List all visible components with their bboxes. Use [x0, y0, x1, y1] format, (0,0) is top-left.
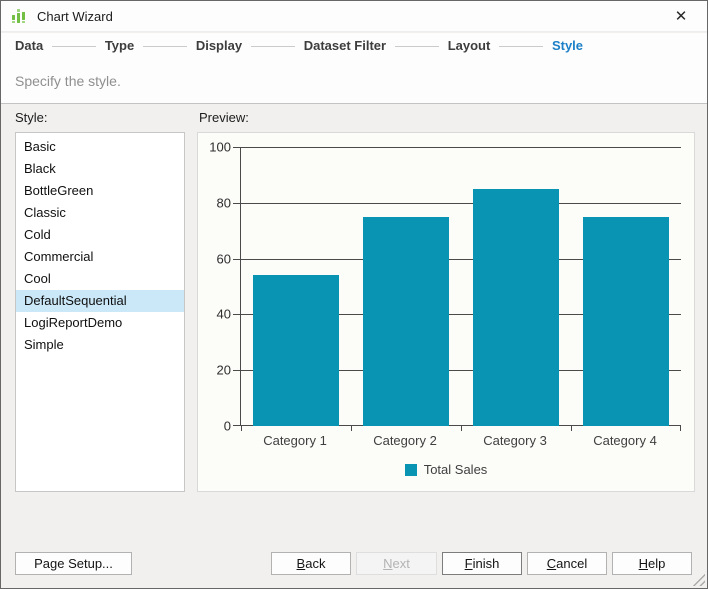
y-tick-label: 40: [216, 306, 231, 322]
step-layout[interactable]: Layout: [448, 38, 491, 53]
finish-button[interactable]: Finish: [442, 552, 522, 575]
y-tick-20: [233, 370, 241, 372]
bar-category-2: [362, 216, 450, 426]
style-list[interactable]: Basic Black BottleGreen Classic Cold Commerci…: [15, 132, 185, 492]
style-item-defaultsequential[interactable]: DefaultSequential: [16, 290, 184, 312]
y-tick-80: [233, 202, 241, 204]
step-connector: [251, 45, 295, 47]
window-title: Chart Wizard: [37, 8, 113, 24]
step-connector: [395, 45, 439, 47]
cancel-button[interactable]: Cancel: [527, 552, 607, 575]
wizard-subtitle: Specify the style.: [15, 72, 121, 89]
style-item-cool[interactable]: Cool: [16, 268, 184, 290]
next-button: Next: [356, 552, 437, 575]
bar-category-1: [252, 275, 340, 426]
x-tick-label: Category 4: [593, 433, 657, 448]
y-tick-0: [233, 425, 241, 426]
title-bar: Chart Wizard ✕: [1, 1, 707, 32]
x-tick-label: Category 2: [373, 433, 437, 448]
step-display[interactable]: Display: [196, 38, 242, 53]
style-list-label: Style:: [15, 110, 48, 125]
x-tick-label: Category 1: [263, 433, 327, 448]
legend-label: Total Sales: [423, 462, 488, 477]
y-tick-label: 0: [223, 418, 231, 434]
chart-wizard-app-icon: [10, 7, 28, 25]
chart-preview: 0 20 40 60 80 100 Category 1 Category 2 Categor…: [197, 132, 695, 492]
y-tick-60: [233, 258, 241, 260]
style-item-logireportdemo[interactable]: LogiReportDemo: [16, 312, 184, 334]
style-item-simple[interactable]: Simple: [16, 334, 184, 356]
step-connector: [52, 45, 96, 47]
chart-legend: Total Sales: [198, 462, 694, 477]
step-connector: [143, 45, 187, 47]
preview-label: Preview:: [199, 110, 249, 125]
style-item-cold[interactable]: Cold: [16, 224, 184, 246]
y-axis-labels: 0 20 40 60 80 100: [200, 140, 234, 434]
legend-swatch: [404, 463, 417, 476]
x-tick: [461, 426, 462, 431]
step-dataset-filter[interactable]: Dataset Filter: [304, 38, 386, 53]
bar-category-3: [472, 188, 560, 426]
gridline-80: [241, 202, 681, 204]
page-setup-button[interactable]: Page Setup...: [15, 552, 132, 575]
y-tick-40: [233, 314, 241, 316]
chart-plot: [233, 147, 681, 431]
x-tick-label: Category 3: [483, 433, 547, 448]
step-connector: [499, 45, 543, 47]
style-item-commercial[interactable]: Commercial: [16, 246, 184, 268]
help-button[interactable]: Help: [612, 552, 692, 575]
style-item-basic[interactable]: Basic: [16, 136, 184, 158]
x-tick: [351, 426, 352, 431]
x-axis-labels: Category 1 Category 2 Category 3 Category 4: [240, 433, 680, 448]
style-item-black[interactable]: Black: [16, 158, 184, 180]
y-tick-label: 60: [216, 251, 231, 267]
x-tick: [241, 426, 242, 431]
close-icon[interactable]: ✕: [664, 1, 698, 32]
subtitle-row: Specify the style.: [1, 58, 707, 104]
y-tick-label: 100: [209, 139, 231, 155]
gridline-100: [241, 147, 681, 148]
bar-category-4: [582, 216, 670, 426]
chart-wizard-dialog: Chart Wizard ✕ Data Type Display Dataset Fi…: [0, 0, 708, 589]
step-style[interactable]: Style: [552, 38, 583, 53]
back-button[interactable]: Back: [271, 552, 351, 575]
style-item-bottlegreen[interactable]: BottleGreen: [16, 180, 184, 202]
resize-grip[interactable]: [692, 573, 705, 586]
style-item-classic[interactable]: Classic: [16, 202, 184, 224]
y-tick-label: 20: [216, 362, 231, 378]
wizard-steps: Data Type Display Dataset Filter Layout Style: [1, 33, 707, 58]
step-type[interactable]: Type: [105, 38, 134, 53]
y-tick-100: [233, 147, 241, 148]
x-tick: [680, 426, 681, 431]
x-tick: [571, 426, 572, 431]
y-tick-label: 80: [216, 195, 231, 211]
step-data[interactable]: Data: [15, 38, 43, 53]
